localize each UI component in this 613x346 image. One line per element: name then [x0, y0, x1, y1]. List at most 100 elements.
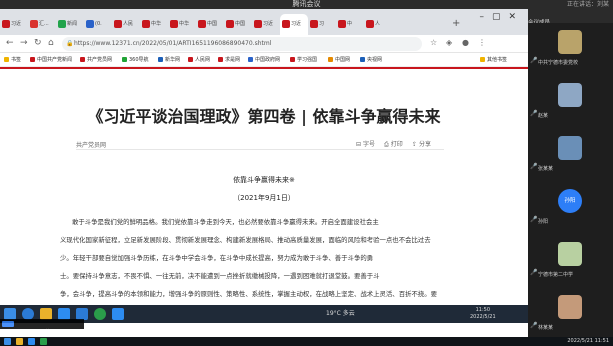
bookmark-item[interactable]: 人民网 — [188, 53, 210, 67]
article-headline: 《习近平谈治国理政》第四卷 | 依靠斗争赢得未来 — [87, 107, 441, 126]
tab-favicon-icon — [142, 20, 150, 28]
browser-tab[interactable]: 习近 — [252, 14, 280, 35]
browser-tab[interactable]: (0. — [84, 14, 112, 35]
screen-share-indicator[interactable]: 您正在共享屏幕 — [0, 319, 84, 336]
speaking-status: 正在讲话：刘某 — [566, 1, 609, 8]
article-paragraph-line: 义现代化国家新征程，立足新发展阶段、贯彻新发展理念、构建新发展格局、推动高质量发… — [60, 236, 431, 244]
bookmark-item[interactable]: 共产党员网 — [80, 53, 112, 67]
browser-tab[interactable]: 新闻 — [56, 14, 84, 35]
mic-muted-icon: 🎤 — [530, 269, 538, 276]
participant-avatar — [558, 136, 582, 160]
browser-icon[interactable] — [40, 338, 47, 345]
bookmark-item[interactable]: 学习强国 — [290, 53, 317, 67]
bookmarks-bar: 书签 中国共产党新闻 共产党员网 360导航 新华网 人民网 求是网 中国政府网… — [0, 53, 528, 67]
browser-tab[interactable]: 人 — [364, 14, 392, 35]
font-size-button[interactable]: ⊟ 字号 — [356, 139, 375, 148]
tab-favicon-icon — [58, 20, 66, 28]
participant-name: 赵某 — [538, 113, 549, 119]
participant-name: 张某某 — [538, 166, 554, 172]
bookmark-item[interactable]: 求是网 — [218, 53, 240, 67]
participant-list: 🎤 中共宁德市委党校 🎤 赵某 🎤 张某某 孙阳 🎤 孙阳 🎤 宁德市第二中学 … — [528, 23, 613, 337]
taskbar-clock[interactable]: 11:50 2022/5/21 — [470, 307, 496, 321]
bookmark-item[interactable]: 新华网 — [158, 53, 180, 67]
participant-tile[interactable]: 🎤 中共宁德市委党校 — [528, 23, 613, 76]
bookmark-star-icon — [4, 57, 9, 62]
folder-icon[interactable] — [16, 338, 23, 345]
reload-icon[interactable]: ↻ — [34, 38, 42, 48]
participant-tile[interactable]: 🎤 宁德市第二中学 — [528, 235, 613, 288]
bookmark-favicon-icon — [248, 57, 253, 62]
participant-avatar — [558, 242, 582, 266]
share-button[interactable]: ⇪ 分享 — [412, 139, 431, 148]
bookmark-favicon-icon — [290, 57, 295, 62]
participant-tile[interactable]: 孙阳 🎤 孙阳 — [528, 182, 613, 235]
bookmark-favicon-icon — [158, 57, 163, 62]
weather-widget[interactable]: 19°C 多云 — [326, 305, 355, 323]
back-arrow-icon[interactable]: ← — [6, 38, 14, 48]
forward-arrow-icon[interactable]: → — [20, 38, 28, 48]
host-clock[interactable]: 2022/5/21 11:51 — [567, 337, 609, 346]
article-paragraph-line: 少。年轻干部要自觉加强斗争历练，在斗争中学会斗争，在斗争中成长提高，努力成为敢于… — [60, 254, 374, 262]
share-icon: ⇪ — [412, 141, 419, 148]
bookmark-item[interactable]: 360导航 — [122, 53, 149, 67]
browser-tab[interactable]: 中国 — [224, 14, 252, 35]
browser-tab[interactable]: 中国 — [196, 14, 224, 35]
tab-favicon-icon — [310, 20, 318, 28]
browser-tabstrip: 习近 汇... 新闻 (0. 人民 中华 中华 中国 中国 习近 习近 习 中 … — [0, 9, 528, 35]
mic-muted-icon: 🎤 — [530, 163, 538, 170]
bookmark-item[interactable]: 中国共产党新闻 — [30, 53, 72, 67]
url-input[interactable]: 🔒 https://www.12371.cn/2022/05/01/ARTI16… — [62, 37, 422, 51]
participant-name: 中共宁德市委党校 — [538, 60, 579, 66]
bookmark-item-other[interactable]: 其他书签 — [480, 53, 507, 67]
participant-name: 林某某 — [538, 325, 554, 331]
profile-icon[interactable]: ● — [462, 38, 469, 47]
browser-tab[interactable]: 中华 — [168, 14, 196, 35]
participant-tile[interactable]: 🎤 赵某 — [528, 76, 613, 129]
menu-icon[interactable]: ⋮ — [478, 38, 486, 47]
bookmark-item[interactable]: 央视网 — [360, 53, 382, 67]
url-text: https://www.12371.cn/2022/05/01/ARTI1651… — [74, 40, 272, 47]
browser-tab[interactable]: 习 — [308, 14, 336, 35]
windows-start-icon[interactable] — [4, 338, 11, 345]
tab-favicon-icon — [114, 20, 122, 28]
participant-tile[interactable]: 🎤 林某某 — [528, 288, 613, 341]
font-size-icon: ⊟ — [356, 141, 363, 148]
divider — [76, 149, 444, 150]
home-icon[interactable]: ⌂ — [48, 38, 54, 48]
participant-avatar — [558, 83, 582, 107]
bookmark-favicon-icon — [80, 57, 85, 62]
meeting-app-icon[interactable] — [28, 338, 35, 345]
browser-tab[interactable]: 人民 — [112, 14, 140, 35]
print-icon: ⎙ — [384, 141, 391, 148]
star-icon[interactable]: ☆ — [430, 38, 437, 47]
article-subtitle: 依靠斗争赢得未来※ — [233, 176, 295, 184]
folder-icon — [480, 57, 485, 62]
meeting-title: 腾讯会议 — [292, 0, 321, 8]
extension-icon[interactable]: ◈ — [446, 38, 452, 47]
participant-avatar — [558, 30, 582, 54]
browser-tab[interactable]: 汇... — [28, 14, 56, 35]
bookmark-favicon-icon — [328, 57, 333, 62]
browser-icon[interactable] — [94, 308, 106, 320]
lock-icon: 🔒 — [66, 40, 74, 47]
browser-tab[interactable]: 中 — [336, 14, 364, 35]
participant-tile[interactable]: 🎤 张某某 — [528, 129, 613, 182]
mic-muted-icon: 🎤 — [530, 110, 538, 117]
tab-favicon-icon — [254, 20, 262, 28]
tab-favicon-icon — [2, 20, 10, 28]
tab-favicon-icon — [366, 20, 374, 28]
bookmark-item[interactable]: 书签 — [4, 53, 21, 67]
participants-header: 会议成员 — [528, 9, 613, 26]
browser-tab-active[interactable]: 习近 — [280, 14, 308, 35]
meeting-app-icon[interactable] — [112, 308, 124, 320]
bookmark-item[interactable]: 中国网 — [328, 53, 350, 67]
browser-tab[interactable]: 中华 — [140, 14, 168, 35]
window-controls[interactable]: –▢✕ — [479, 12, 524, 22]
new-tab-button[interactable]: + — [452, 18, 460, 29]
print-button[interactable]: ⎙ 打印 — [384, 139, 403, 149]
browser-tab[interactable]: 习近 — [0, 14, 28, 35]
tab-favicon-icon — [170, 20, 178, 28]
article-paragraph-line: 敢于斗争是我们党的鲜明品格。我们党依靠斗争走到今天，也必然要依靠斗争赢得未来。开… — [72, 218, 379, 226]
bookmark-item[interactable]: 中国政府网 — [248, 53, 280, 67]
participant-name: 孙阳 — [538, 219, 549, 225]
